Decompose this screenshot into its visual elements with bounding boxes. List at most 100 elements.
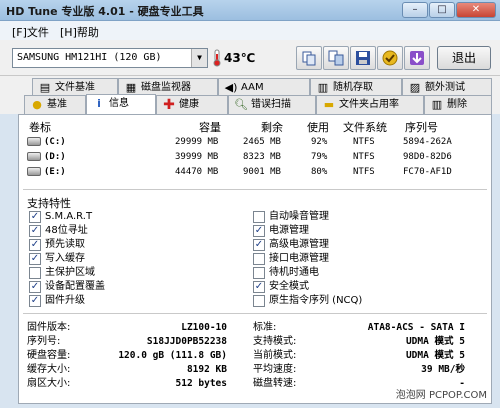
info-icon: i bbox=[97, 97, 101, 110]
info-label: 硬盘容量: bbox=[27, 350, 71, 361]
tab-erase[interactable]: ▥ 删除 bbox=[424, 95, 492, 114]
col-capacity: 容量 bbox=[199, 121, 221, 134]
feature-checkbox[interactable]: 接口电源管理 bbox=[253, 253, 329, 266]
cell-used: 80% bbox=[311, 167, 328, 177]
cell-label: (E:) bbox=[44, 167, 66, 177]
tab-label: AAM bbox=[241, 82, 264, 93]
info-value: UDMA 模式 5 bbox=[405, 350, 465, 361]
menu-file[interactable]: [F]文件 bbox=[12, 24, 49, 40]
extra-tests-icon: ▨ bbox=[409, 81, 421, 94]
info-label: 扇区大小: bbox=[27, 378, 71, 389]
cell-free: 8323 MB bbox=[243, 152, 281, 162]
divider bbox=[23, 189, 487, 190]
feature-label: 主保护区域 bbox=[45, 267, 95, 278]
checkmark-icon[interactable]: ✓ bbox=[253, 239, 265, 251]
feature-label: 写入缓存 bbox=[45, 253, 85, 264]
table-row[interactable]: (E:) 44470 MB 9001 MB 80% NTFS FC70-AF1D bbox=[23, 167, 487, 181]
drive-select-value: SAMSUNG HM121HI (120 GB) bbox=[17, 52, 162, 63]
health-plus-icon: ✚ bbox=[163, 97, 175, 113]
tab-folder-usage[interactable]: ▬ 文件夹占用率 bbox=[316, 95, 424, 114]
exit-button[interactable]: 退出 bbox=[437, 46, 491, 70]
col-free: 剩余 bbox=[261, 121, 283, 134]
chevron-down-icon[interactable]: ▼ bbox=[191, 49, 207, 67]
checkmark-icon[interactable]: ✓ bbox=[29, 253, 41, 265]
info-value: 8192 KB bbox=[186, 364, 227, 375]
tab-label: 文件夹占用率 bbox=[339, 99, 399, 110]
checkmark-icon[interactable]: ✓ bbox=[29, 211, 41, 223]
feature-label: 待机时通电 bbox=[269, 267, 319, 278]
feature-label: 预先读取 bbox=[45, 239, 85, 250]
feature-checkbox[interactable]: 原生指令序列 (NCQ) bbox=[253, 295, 362, 308]
cell-serial: 5894-262A bbox=[403, 137, 452, 147]
maximize-button[interactable]: □ bbox=[429, 2, 455, 18]
chart-icon: ▥ bbox=[317, 81, 329, 94]
feature-checkbox[interactable]: 待机时通电 bbox=[253, 267, 319, 280]
copy-all-button[interactable] bbox=[323, 46, 349, 70]
feature-label: S.M.A.R.T bbox=[45, 211, 93, 222]
checkbox-empty[interactable] bbox=[253, 211, 265, 223]
tab-health[interactable]: ✚ 健康 bbox=[156, 95, 228, 114]
col-serial: 序列号 bbox=[405, 121, 438, 134]
tab-label: 删除 bbox=[447, 99, 467, 110]
checkbox-empty[interactable] bbox=[253, 295, 265, 307]
copy-button[interactable] bbox=[296, 46, 322, 70]
checkmark-icon[interactable]: ✓ bbox=[253, 225, 265, 237]
feature-label: 安全模式 bbox=[269, 281, 309, 292]
cell-filesystem: NTFS bbox=[353, 152, 375, 162]
checkbox-empty[interactable] bbox=[29, 267, 41, 279]
feature-label: 接口电源管理 bbox=[269, 253, 329, 264]
cell-used: 79% bbox=[311, 152, 328, 162]
info-value: 120.0 gB (111.8 GB) bbox=[118, 350, 227, 361]
tab-error-scan[interactable]: 🔍︎ 错误扫描 bbox=[228, 95, 316, 114]
cell-serial: 98D0-82D6 bbox=[403, 152, 452, 162]
checkbox-empty[interactable] bbox=[253, 267, 265, 279]
feature-label: 高级电源管理 bbox=[269, 239, 329, 250]
feature-label: 电源管理 bbox=[269, 225, 309, 236]
close-button[interactable]: ✕ bbox=[456, 2, 496, 18]
tab-benchmark[interactable]: ● 基准 bbox=[24, 95, 86, 114]
feature-checkbox[interactable]: ✓ 写入缓存 bbox=[29, 253, 85, 266]
title-bar: HD Tune 专业版 4.01 - 硬盘专业工具 – □ ✕ bbox=[0, 0, 500, 21]
col-filesystem: 文件系统 bbox=[343, 121, 387, 134]
options-button[interactable] bbox=[377, 46, 403, 70]
table-row[interactable]: (D:) 39999 MB 8323 MB 79% NTFS 98D0-82D6 bbox=[23, 152, 487, 166]
info-label: 固件版本: bbox=[27, 322, 71, 333]
col-label: 卷标 bbox=[29, 121, 51, 134]
trash-icon: ▥ bbox=[431, 98, 443, 111]
drive-icon bbox=[27, 152, 41, 161]
minimize-button[interactable]: – bbox=[402, 2, 428, 18]
features-title: 支持特性 bbox=[27, 197, 71, 210]
divider bbox=[23, 313, 487, 314]
feature-checkbox[interactable]: ✓ 电源管理 bbox=[253, 225, 309, 238]
download-button[interactable] bbox=[404, 46, 430, 70]
tab-info[interactable]: i 信息 bbox=[86, 94, 156, 114]
checkmark-icon[interactable]: ✓ bbox=[29, 281, 41, 293]
volume-table-header: 卷标 容量 剩余 使用 文件系统 序列号 bbox=[23, 119, 487, 135]
checkmark-icon[interactable]: ✓ bbox=[29, 295, 41, 307]
info-label: 当前模式: bbox=[253, 350, 297, 361]
feature-checkbox[interactable]: 主保护区域 bbox=[29, 267, 95, 280]
temperature-readout: 43℃ bbox=[224, 51, 256, 65]
feature-checkbox[interactable]: ✓ S.M.A.R.T bbox=[29, 211, 92, 224]
tab-label: 基准 bbox=[47, 99, 67, 110]
feature-checkbox[interactable]: ✓ 48位寻址 bbox=[29, 225, 88, 238]
feature-checkbox[interactable]: ✓ 固件升级 bbox=[29, 295, 85, 308]
tab-label: 健康 bbox=[179, 99, 199, 110]
checkmark-icon[interactable]: ✓ bbox=[29, 239, 41, 251]
table-row[interactable]: (C:) 29999 MB 2465 MB 92% NTFS 5894-262A bbox=[23, 137, 487, 151]
feature-checkbox[interactable]: ✓ 预先读取 bbox=[29, 239, 85, 252]
toolbar: SAMSUNG HM121HI (120 GB) ▼ 43℃ 退出 bbox=[0, 40, 500, 76]
save-button[interactable] bbox=[350, 46, 376, 70]
drive-select[interactable]: SAMSUNG HM121HI (120 GB) ▼ bbox=[12, 48, 208, 68]
cell-free: 2465 MB bbox=[243, 137, 281, 147]
feature-label: 设备配置覆盖 bbox=[45, 281, 105, 292]
feature-checkbox[interactable]: ✓ 设备配置覆盖 bbox=[29, 281, 105, 294]
feature-checkbox[interactable]: ✓ 高级电源管理 bbox=[253, 239, 329, 252]
checkmark-icon[interactable]: ✓ bbox=[253, 281, 265, 293]
checkbox-empty[interactable] bbox=[253, 253, 265, 265]
feature-checkbox[interactable]: 自动噪音管理 bbox=[253, 211, 329, 224]
checkmark-icon[interactable]: ✓ bbox=[29, 225, 41, 237]
menu-help[interactable]: [H]帮助 bbox=[60, 24, 99, 40]
cell-label: (C:) bbox=[44, 137, 66, 147]
feature-checkbox[interactable]: ✓ 安全模式 bbox=[253, 281, 309, 294]
